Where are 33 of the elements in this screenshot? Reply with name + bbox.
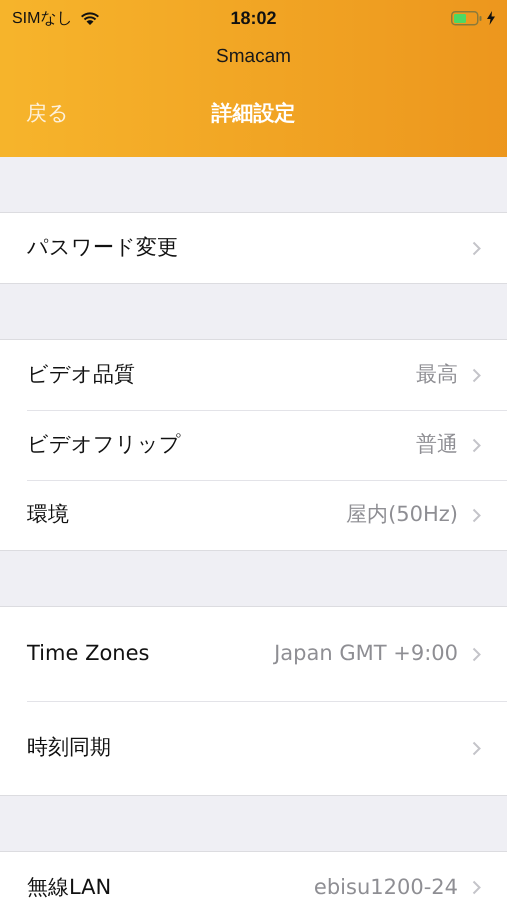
- chevron-icon: [472, 240, 481, 256]
- row-value: Japan GMT +9:00: [274, 641, 458, 667]
- settings-row[interactable]: 時刻同期: [0, 701, 507, 795]
- row-value: 屋内(50Hz): [346, 502, 458, 528]
- row-label: Time Zones: [27, 641, 150, 667]
- chevron-icon: [472, 368, 481, 382]
- screen-title: 詳細設定: [212, 100, 296, 126]
- row-label: ビデオ品質: [27, 362, 135, 388]
- chevron-icon: [472, 438, 481, 452]
- row-value: ebisu1200-24: [314, 874, 458, 900]
- row-label: ビデオフリップ: [27, 432, 181, 458]
- row-label: 無線LAN: [27, 874, 112, 900]
- settings-row[interactable]: 無線LAN ebisu1200-24: [0, 852, 507, 900]
- battery-icon: [451, 10, 483, 26]
- row-label: 時刻同期: [27, 735, 111, 761]
- settings-row[interactable]: 環境 屋内(50Hz): [0, 480, 507, 550]
- carrier-label: SIMなし: [12, 8, 72, 28]
- settings-row[interactable]: Time Zones Japan GMT +9:00: [0, 607, 507, 701]
- chevron-icon: [472, 646, 481, 662]
- charging-icon: [487, 11, 495, 25]
- chevron-icon: [472, 880, 481, 895]
- app-name: Smacam: [216, 46, 291, 68]
- clock-label: 18:02: [230, 8, 277, 28]
- row-value: 普通: [416, 432, 458, 458]
- chevron-icon: [472, 508, 481, 522]
- row-value: 最高: [416, 362, 458, 388]
- row-label: 環境: [27, 502, 69, 528]
- row-label: パスワード変更: [27, 235, 178, 261]
- settings-row[interactable]: ビデオフリップ 普通: [0, 410, 507, 480]
- wifi-icon: [80, 10, 100, 26]
- settings-row[interactable]: パスワード変更: [0, 213, 507, 283]
- settings-row[interactable]: ビデオ品質 最高: [0, 340, 507, 410]
- chevron-icon: [472, 740, 481, 756]
